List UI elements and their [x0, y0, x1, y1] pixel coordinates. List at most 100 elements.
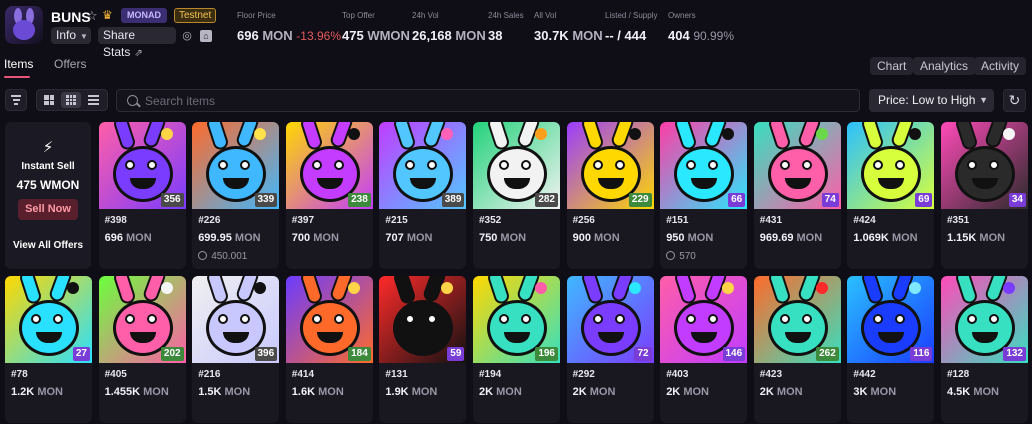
rarity-rank: 34 — [1008, 193, 1026, 207]
tab-items[interactable]: Items — [4, 57, 33, 71]
rarity-rank: 66 — [728, 193, 746, 207]
nft-card[interactable]: 146 #403 2K MON — [660, 276, 748, 423]
filter-icon — [11, 95, 21, 105]
token-id: #128 — [947, 369, 970, 380]
token-id: #352 — [479, 215, 502, 226]
token-id: #424 — [853, 215, 876, 226]
token-id: #397 — [291, 215, 315, 226]
search-bar — [116, 89, 860, 112]
nft-image: 339 — [192, 122, 280, 209]
nft-image: 72 — [566, 276, 654, 363]
share-icon: ⇗ — [134, 48, 143, 59]
nft-image: 229 — [566, 122, 654, 209]
card-price: 750 MON — [479, 232, 527, 244]
small-grid-view-button[interactable] — [61, 92, 81, 108]
card-price: 1.069K MON — [853, 232, 918, 244]
analytics-button[interactable]: Analytics — [913, 57, 976, 75]
instant-sell-title: Instant Sell — [21, 161, 75, 172]
rarity-rank: 27 — [72, 347, 90, 361]
nft-card[interactable]: 72 #292 2K MON — [566, 276, 654, 423]
stat-floor-price: Floor Price 696 MON -13.96% — [237, 11, 341, 43]
card-price: 1.5K MON — [198, 386, 251, 398]
star-icon[interactable]: ☆ — [86, 8, 98, 24]
card-price: 699.95 MON — [198, 232, 261, 244]
nft-image: 132 — [941, 276, 1028, 363]
nft-card[interactable]: 262 #423 2K MON — [753, 276, 841, 423]
token-id: #194 — [479, 369, 502, 380]
rarity-rank: 146 — [722, 347, 746, 361]
tab-offers[interactable]: Offers — [54, 57, 86, 71]
token-id: #423 — [759, 369, 783, 380]
nft-image: 389 — [379, 122, 467, 209]
share-stats-button[interactable]: Share Stats ⇗ — [98, 27, 176, 59]
nft-image: 184 — [285, 276, 373, 363]
token-id: #292 — [572, 369, 595, 380]
nft-card[interactable]: 229 #256 900 MON — [566, 122, 654, 269]
nft-image: 34 — [941, 122, 1028, 209]
token-id: #151 — [666, 215, 689, 226]
nft-card[interactable]: 27 #78 1.2K MON — [5, 276, 92, 423]
rarity-rank: 196 — [535, 347, 558, 361]
token-id: #215 — [385, 215, 408, 226]
sort-dropdown[interactable]: Price: Low to High ▼ — [869, 89, 994, 112]
refresh-button[interactable]: ↻ — [1003, 89, 1026, 112]
nft-card[interactable]: 69 #424 1.069K MON — [847, 122, 935, 269]
large-grid-view-button[interactable] — [39, 92, 59, 108]
token-id: #414 — [291, 369, 315, 380]
nft-image: 262 — [753, 276, 841, 363]
card-price: 2K MON — [666, 386, 709, 398]
nft-card[interactable]: 66 #151 950 MON 570 — [660, 122, 748, 269]
card-price: 2K MON — [759, 386, 803, 398]
nft-card[interactable]: 34 #351 1.15K MON — [941, 122, 1028, 269]
rarity-rank: 72 — [634, 347, 652, 361]
card-price: 950 MON — [666, 232, 714, 244]
token-id: #226 — [198, 215, 221, 226]
info-dropdown[interactable]: Info ▼ — [51, 27, 91, 44]
nft-card[interactable]: 132 #128 4.5K MON — [941, 276, 1028, 423]
nft-card[interactable]: 356 #398 696 MON — [98, 122, 186, 269]
nft-card[interactable]: 339 #226 699.95 MON 450.001 — [192, 122, 280, 269]
top-offer: 570 — [666, 251, 696, 262]
list-view-button[interactable] — [84, 92, 104, 108]
discord-icon[interactable]: ⌂ — [200, 30, 212, 42]
list-icon — [88, 95, 99, 105]
nft-card[interactable]: 116 #442 3K MON — [847, 276, 935, 423]
filter-button[interactable] — [5, 89, 27, 111]
nft-card[interactable]: 282 #352 750 MON — [473, 122, 560, 269]
card-price: 707 MON — [385, 232, 433, 244]
nft-image: 238 — [285, 122, 373, 209]
token-id: #431 — [759, 215, 783, 226]
card-price: 2K MON — [479, 386, 522, 398]
nft-card[interactable]: 196 #194 2K MON — [473, 276, 560, 423]
card-price: 2K MON — [572, 386, 616, 398]
token-id: #403 — [666, 369, 689, 380]
token-id: #78 — [11, 369, 28, 380]
chart-button[interactable]: Chart — [870, 57, 914, 75]
rarity-rank: 262 — [816, 347, 839, 361]
search-input[interactable] — [145, 93, 845, 109]
nft-image: 146 — [660, 276, 748, 363]
chevron-down-icon: ▼ — [979, 95, 988, 105]
view-all-offers-link[interactable]: View All Offers — [5, 240, 91, 251]
token-id: #351 — [947, 215, 970, 226]
collection-header: BUNS ☆ ♛ MONAD Testnet Info ▼ Share Stats… — [0, 0, 1032, 59]
globe-icon[interactable]: ◎ — [181, 30, 193, 42]
sell-now-button[interactable]: Sell Now — [18, 199, 78, 220]
nft-card[interactable]: 396 #216 1.5K MON — [192, 276, 280, 423]
active-tab-indicator — [4, 76, 30, 78]
nft-card[interactable]: 184 #414 1.6K MON — [285, 276, 373, 423]
nft-card[interactable]: 74 #431 969.69 MON — [753, 122, 841, 269]
activity-button[interactable]: Activity — [974, 57, 1027, 75]
grid-small-icon — [66, 95, 76, 105]
nft-image: 69 — [847, 122, 935, 209]
chain-badge: MONAD — [121, 8, 167, 23]
nft-card[interactable]: 202 #405 1.455K MON — [98, 276, 186, 423]
nft-card[interactable]: 238 #397 700 MON — [285, 122, 373, 269]
nft-image: 396 — [192, 276, 280, 363]
nft-card[interactable]: 389 #215 707 MON — [379, 122, 467, 269]
rarity-rank: 184 — [348, 347, 371, 361]
rarity-rank: 59 — [447, 347, 465, 361]
grid-large-icon — [44, 95, 54, 105]
refresh-icon: ↻ — [1008, 92, 1021, 108]
nft-card[interactable]: 59 #131 1.9K MON — [379, 276, 467, 423]
